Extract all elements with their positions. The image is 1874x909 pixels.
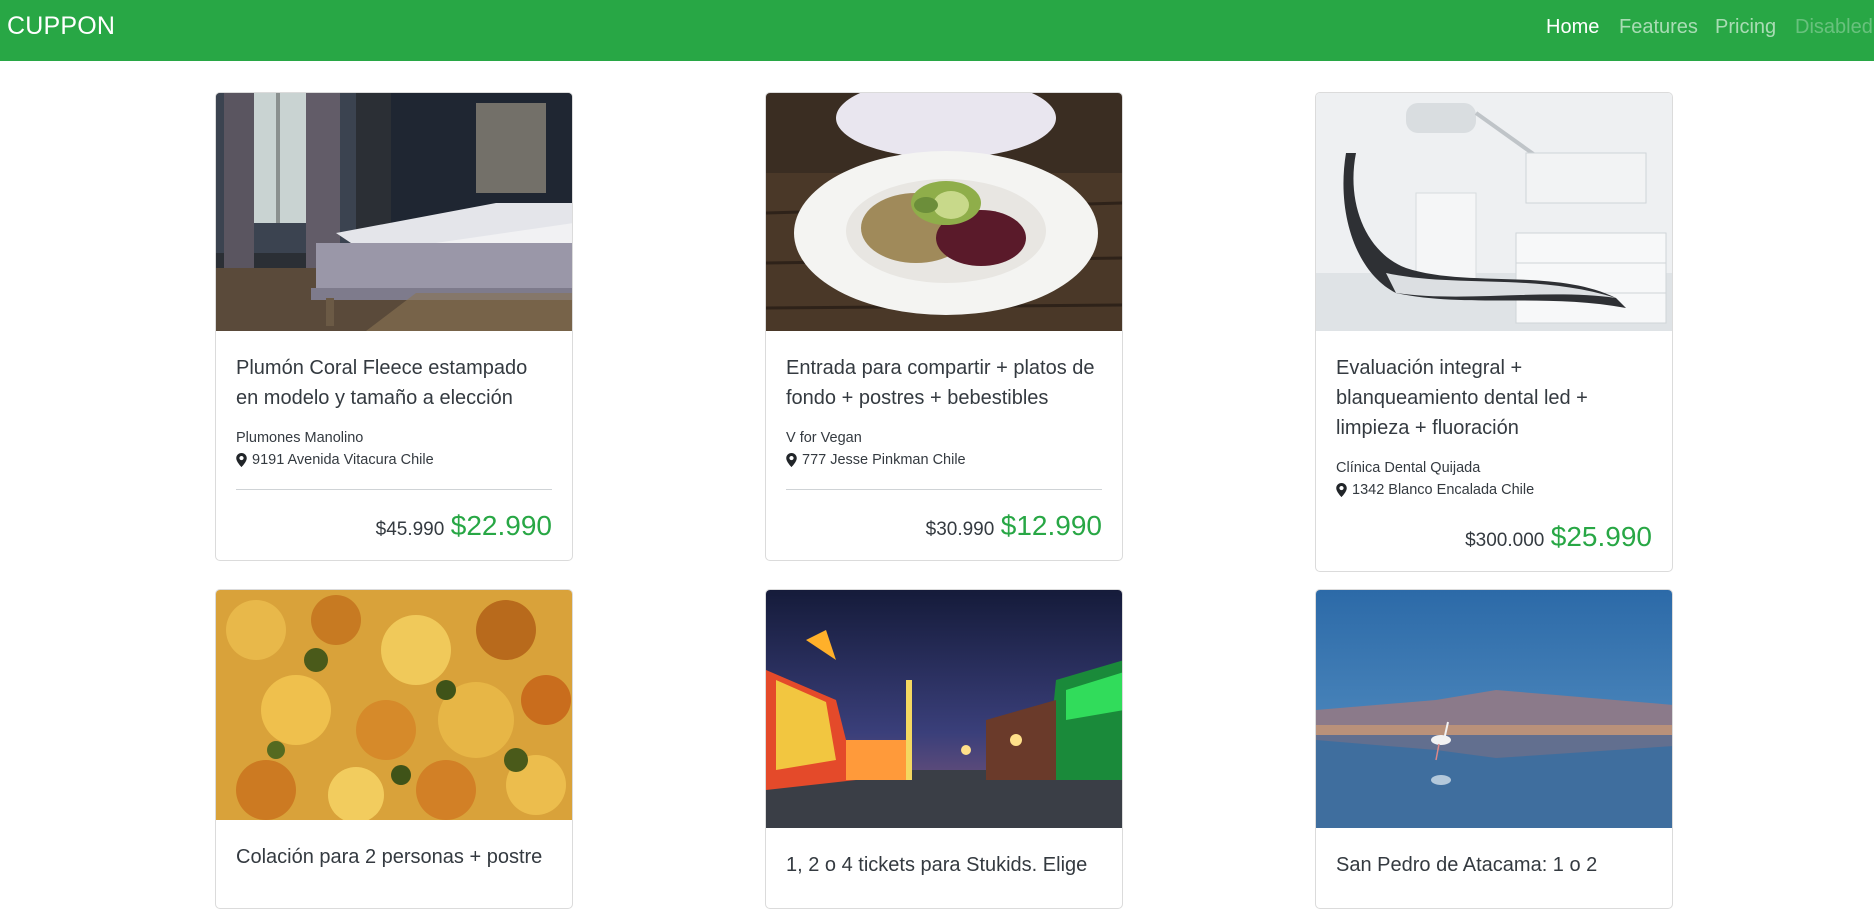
price-block: $300.000 $25.990 bbox=[1336, 521, 1652, 553]
navbar: CUPPON Home Features Pricing Disabled bbox=[0, 0, 1874, 61]
divider bbox=[236, 489, 552, 490]
vendor-name: V for Vegan bbox=[786, 430, 862, 446]
card-title[interactable]: Colación para 2 personas + postre bbox=[236, 842, 552, 872]
address-text: 9191 Avenida Vitacura Chile bbox=[252, 452, 434, 468]
card-address: 1342 Blanco Encalada Chile bbox=[1336, 479, 1652, 501]
old-price: $300.000 bbox=[1465, 530, 1545, 551]
price-block: $30.990 $12.990 bbox=[786, 510, 1102, 542]
vendor-name: Clínica Dental Quijada bbox=[1336, 460, 1481, 476]
deal-card[interactable]: Colación para 2 personas + postre bbox=[215, 589, 573, 909]
address-text: 1342 Blanco Encalada Chile bbox=[1352, 482, 1535, 498]
dental-chair-photo[interactable] bbox=[1316, 93, 1672, 331]
old-price: $30.990 bbox=[925, 519, 995, 540]
new-price: $12.990 bbox=[1000, 510, 1102, 541]
card-address: 777 Jesse Pinkman Chile bbox=[786, 449, 1102, 471]
deal-card[interactable]: Entrada para compartir + platos de fondo… bbox=[765, 92, 1123, 561]
deal-card[interactable]: San Pedro de Atacama: 1 o 2 bbox=[1315, 589, 1673, 909]
card-title[interactable]: Entrada para compartir + platos de fondo… bbox=[786, 353, 1102, 413]
nav-link-pricing[interactable]: Pricing bbox=[1715, 16, 1776, 39]
divider bbox=[786, 489, 1102, 490]
food-dish-photo[interactable] bbox=[216, 590, 572, 820]
nav-link-home[interactable]: Home bbox=[1546, 16, 1599, 39]
map-pin-icon bbox=[786, 453, 797, 467]
deal-card[interactable]: Plumón Coral Fleece estampado en modelo … bbox=[215, 92, 573, 561]
fairground-night-photo[interactable] bbox=[766, 590, 1122, 828]
price-block: $45.990 $22.990 bbox=[236, 510, 552, 542]
old-price: $45.990 bbox=[375, 519, 445, 540]
brand-logo[interactable]: CUPPON bbox=[7, 12, 115, 41]
card-title[interactable]: San Pedro de Atacama: 1 o 2 bbox=[1336, 850, 1652, 880]
deal-card[interactable]: Evaluación integral + blanqueamiento den… bbox=[1315, 92, 1673, 572]
card-title[interactable]: Evaluación integral + blanqueamiento den… bbox=[1336, 353, 1652, 443]
card-title[interactable]: Plumón Coral Fleece estampado en modelo … bbox=[236, 353, 552, 413]
nav-link-disabled: Disabled bbox=[1795, 16, 1873, 38]
card-address: 9191 Avenida Vitacura Chile bbox=[236, 449, 552, 471]
vendor-name: Plumones Manolino bbox=[236, 430, 364, 446]
nav-link-features[interactable]: Features bbox=[1619, 16, 1698, 39]
new-price: $22.990 bbox=[450, 510, 552, 541]
deal-card[interactable]: 1, 2 o 4 tickets para Stukids. Elige bbox=[765, 589, 1123, 909]
new-price: $25.990 bbox=[1550, 521, 1652, 552]
map-pin-icon bbox=[236, 453, 247, 467]
map-pin-icon bbox=[1336, 483, 1347, 497]
card-title[interactable]: 1, 2 o 4 tickets para Stukids. Elige bbox=[786, 850, 1102, 880]
address-text: 777 Jesse Pinkman Chile bbox=[802, 452, 966, 468]
bedroom-photo[interactable] bbox=[216, 93, 572, 331]
flamingo-lake-photo[interactable] bbox=[1316, 590, 1672, 828]
vegan-salad-photo[interactable] bbox=[766, 93, 1122, 331]
